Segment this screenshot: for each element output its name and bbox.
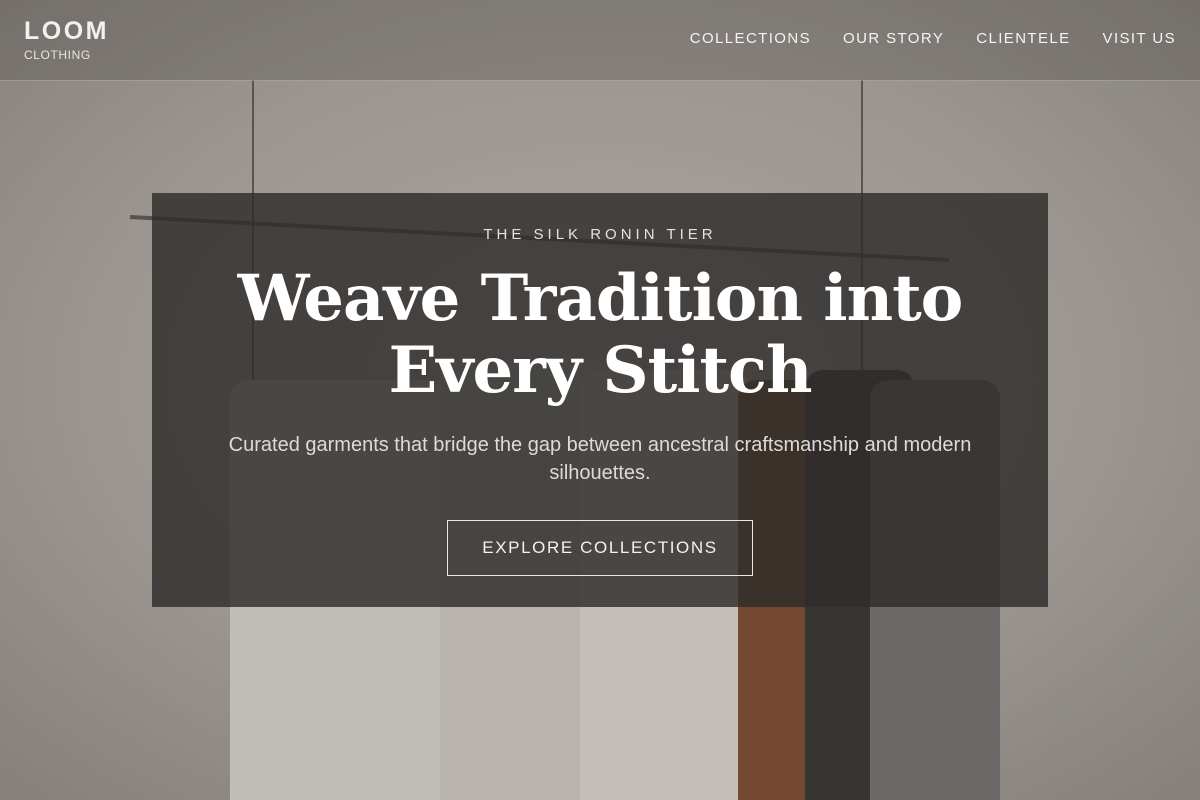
main-nav: COLLECTIONS OUR STORY CLIENTELE VISIT US bbox=[690, 30, 1176, 47]
hero-headline-line-2: Every Stitch bbox=[388, 333, 812, 408]
explore-collections-button[interactable]: EXPLORE COLLECTIONS bbox=[447, 520, 753, 576]
nav-clientele[interactable]: CLIENTELE bbox=[976, 30, 1070, 47]
brand-subtitle: CLOTHING bbox=[24, 48, 91, 62]
nav-visit-us[interactable]: VISIT US bbox=[1103, 30, 1176, 47]
nav-collections[interactable]: COLLECTIONS bbox=[690, 30, 811, 47]
brand-logo[interactable]: LOOM CLOTHING bbox=[24, 17, 109, 62]
brand-name: LOOM bbox=[24, 17, 109, 45]
hero-headline: Weave Tradition into Every Stitch bbox=[170, 263, 1030, 407]
hero-subtitle: Curated garments that bridge the gap bet… bbox=[228, 434, 972, 484]
hero-headline-line-1: Weave Tradition into bbox=[237, 261, 964, 336]
nav-our-story[interactable]: OUR STORY bbox=[843, 30, 944, 47]
hero-card: THE SILK RONIN TIER Weave Tradition into… bbox=[152, 193, 1048, 607]
hero-eyebrow: THE SILK RONIN TIER bbox=[483, 226, 717, 243]
site-header: LOOM CLOTHING COLLECTIONS OUR STORY CLIE… bbox=[0, 0, 1200, 81]
